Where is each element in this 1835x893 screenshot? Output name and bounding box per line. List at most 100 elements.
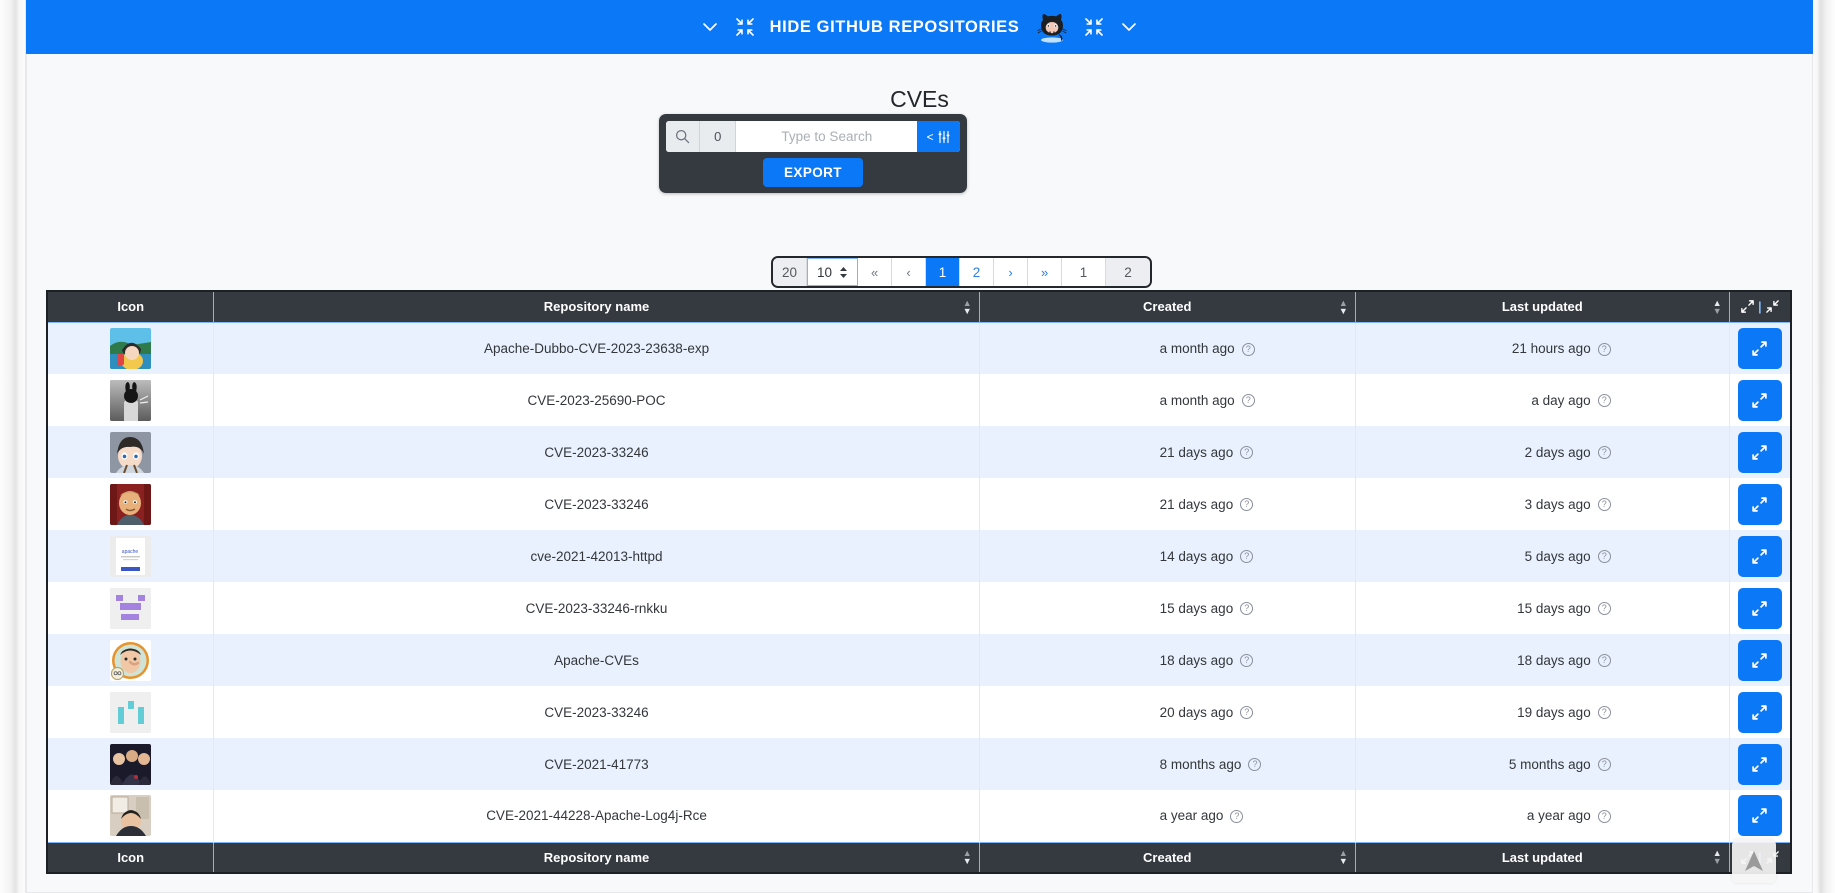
expand-row-button[interactable] <box>1737 535 1782 577</box>
question-circle-icon[interactable]: ? <box>1597 706 1611 720</box>
prev-page-button-top[interactable]: ‹ <box>892 258 927 286</box>
cell-repository-name[interactable]: CVE-2023-33246 <box>213 478 980 530</box>
question-circle-icon[interactable]: ? <box>1597 602 1611 616</box>
table-row[interactable]: Apache-Dubbo-CVE-2023-23638-exp a month a… <box>48 322 1790 374</box>
table-row[interactable]: CVE-2021-44228-Apache-Log4j-Rce a year ag… <box>48 790 1790 842</box>
cell-repository-name[interactable]: cve-2021-42013-httpd <box>213 530 980 582</box>
footer-header-icon[interactable]: Icon <box>48 841 215 872</box>
expand-icon <box>1752 808 1768 823</box>
footer-header-updated[interactable]: Last updated ▲ ▼ <box>1355 841 1730 872</box>
table-body: Apache-Dubbo-CVE-2023-23638-exp a month a… <box>48 322 1790 842</box>
cell-repository-name[interactable]: CVE-2021-44228-Apache-Log4j-Rce <box>213 790 980 842</box>
footer-header-name[interactable]: Repository name ▲ ▼ <box>213 841 980 872</box>
cell-created: 21 days ago? <box>979 478 1356 530</box>
footer-header-name-label: Repository name <box>543 849 650 865</box>
question-circle-icon[interactable]: ? <box>1597 446 1611 460</box>
next-page-button-top[interactable]: › <box>994 258 1029 286</box>
expand-row-button[interactable] <box>1737 691 1782 733</box>
question-circle-icon[interactable]: ? <box>1597 758 1611 772</box>
expand-row-button[interactable] <box>1737 327 1782 369</box>
question-circle-icon[interactable]: ? <box>1597 498 1611 512</box>
table-row[interactable]: CVE-2023-33246 21 days ago? 2 days ago? <box>48 426 1790 478</box>
table-row[interactable]: apache cve-2021-42013-httpd 14 days ago? 5 … <box>48 530 1790 582</box>
expand-row-button[interactable] <box>1737 483 1782 525</box>
page-button-1-top[interactable]: 1 <box>926 258 961 286</box>
hide-github-repositories-banner[interactable]: HIDE GITHUB REPOSITORIES <box>26 0 1813 54</box>
column-header-icon[interactable]: Icon <box>48 292 215 323</box>
question-circle-icon[interactable]: ? <box>1597 550 1611 564</box>
question-circle-icon[interactable]: ? <box>1248 758 1262 772</box>
cell-actions <box>1729 738 1790 790</box>
question-circle-icon[interactable]: ? <box>1240 602 1254 616</box>
first-page-button-top[interactable]: « <box>858 258 893 286</box>
table-row[interactable]: CVE-2023-33246 20 days ago? 19 days ago? <box>48 686 1790 738</box>
sort-indicator-created-footer[interactable]: ▲ ▼ <box>1339 849 1348 866</box>
cell-repository-name[interactable]: CVE-2023-33246 <box>213 426 980 478</box>
question-circle-icon[interactable]: ? <box>1241 394 1255 408</box>
question-circle-icon[interactable]: ? <box>1597 394 1611 408</box>
repositories-table: Icon Repository name ▲ ▼ Created ▲ ▼ Last … <box>48 292 1790 872</box>
chevron-down-icon[interactable] <box>700 17 720 37</box>
scroll-to-top-button[interactable] <box>1732 839 1776 883</box>
question-circle-icon[interactable]: ? <box>1240 498 1254 512</box>
window-right-scrollbar[interactable] <box>1813 0 1835 893</box>
cell-repository-name[interactable]: CVE-2023-33246-rnkku <box>213 582 980 634</box>
question-circle-icon[interactable]: ? <box>1230 810 1244 824</box>
question-circle-icon[interactable]: ? <box>1240 550 1254 564</box>
cell-repository-name[interactable]: Apache-Dubbo-CVE-2023-23638-exp <box>213 322 980 374</box>
cell-repository-name[interactable]: CVE-2021-41773 <box>213 738 980 790</box>
sort-indicator-name-footer[interactable]: ▲ ▼ <box>963 849 972 866</box>
page-title: CVEs <box>890 86 949 112</box>
question-circle-icon[interactable]: ? <box>1597 810 1611 824</box>
sort-indicator-updated-footer[interactable]: ▲ ▼ <box>1713 849 1722 866</box>
cell-actions <box>1729 478 1790 530</box>
column-header-created[interactable]: Created ▲ ▼ <box>979 292 1356 323</box>
cell-repository-name[interactable]: Apache-CVEs <box>213 634 980 686</box>
expand-row-button[interactable] <box>1737 431 1782 473</box>
question-circle-icon[interactable]: ? <box>1597 342 1611 356</box>
last-page-button-top[interactable]: » <box>1028 258 1063 286</box>
table-row[interactable]: CVE-2023-33246-rnkku 15 days ago? 15 days … <box>48 582 1790 634</box>
updated-value: 18 days ago <box>1517 652 1591 668</box>
cell-last-updated: 5 days ago? <box>1355 530 1730 582</box>
chevron-down-icon-right[interactable] <box>1119 17 1139 37</box>
avatar-pixel-purple <box>110 587 152 629</box>
sort-indicator-updated[interactable]: ▲ ▼ <box>1713 298 1722 315</box>
expand-row-button[interactable] <box>1737 587 1782 629</box>
table-row[interactable]: CVE-2023-25690-POC a month ago? a day ago? <box>48 374 1790 426</box>
column-header-actions[interactable]: | <box>1729 292 1790 323</box>
collapse-icon-right[interactable] <box>1085 18 1104 36</box>
question-circle-icon[interactable]: ? <box>1240 446 1254 460</box>
table-row[interactable]: Apache-CVEs 18 days ago? 18 days ago? <box>48 634 1790 686</box>
updated-value: a year ago <box>1526 808 1591 824</box>
expand-row-button[interactable] <box>1737 379 1782 421</box>
column-header-updated[interactable]: Last updated ▲ ▼ <box>1355 292 1730 323</box>
cell-repository-name[interactable]: CVE-2023-25690-POC <box>213 374 980 426</box>
question-circle-icon[interactable]: ? <box>1240 706 1254 720</box>
search-panel: 0 < EXPORT <box>659 114 967 193</box>
page-size-select-top[interactable]: 10 <box>807 258 859 286</box>
column-header-name[interactable]: Repository name ▲ ▼ <box>213 292 980 323</box>
expand-row-button[interactable] <box>1737 639 1782 681</box>
cell-repository-name[interactable]: CVE-2023-33246 <box>213 686 980 738</box>
table-row[interactable]: CVE-2021-41773 8 months ago? 5 months ago? <box>48 738 1790 790</box>
cell-icon <box>48 478 215 530</box>
content-area: CVEs 0 < <box>26 54 1813 893</box>
footer-header-created[interactable]: Created ▲ ▼ <box>979 841 1356 872</box>
expand-row-button[interactable] <box>1737 743 1782 785</box>
question-circle-icon[interactable]: ? <box>1241 342 1255 356</box>
table-row[interactable]: CVE-2023-33246 21 days ago? 3 days ago? <box>48 478 1790 530</box>
search-icon[interactable] <box>666 121 701 152</box>
banner-title: HIDE GITHUB REPOSITORIES <box>769 17 1020 36</box>
expand-row-button[interactable] <box>1737 795 1782 837</box>
collapse-icon-left[interactable] <box>735 18 754 36</box>
filter-button[interactable]: < <box>917 121 960 152</box>
page-button-2-top[interactable]: 2 <box>960 258 995 286</box>
question-circle-icon[interactable]: ? <box>1240 654 1254 668</box>
sort-indicator-created[interactable]: ▲ ▼ <box>1339 298 1348 315</box>
table-header-row: Icon Repository name ▲ ▼ Created ▲ ▼ Last … <box>48 292 1790 323</box>
question-circle-icon[interactable]: ? <box>1597 654 1611 668</box>
search-input[interactable] <box>736 121 918 152</box>
sort-indicator-name[interactable]: ▲ ▼ <box>963 298 972 315</box>
export-button[interactable]: EXPORT <box>763 158 863 187</box>
